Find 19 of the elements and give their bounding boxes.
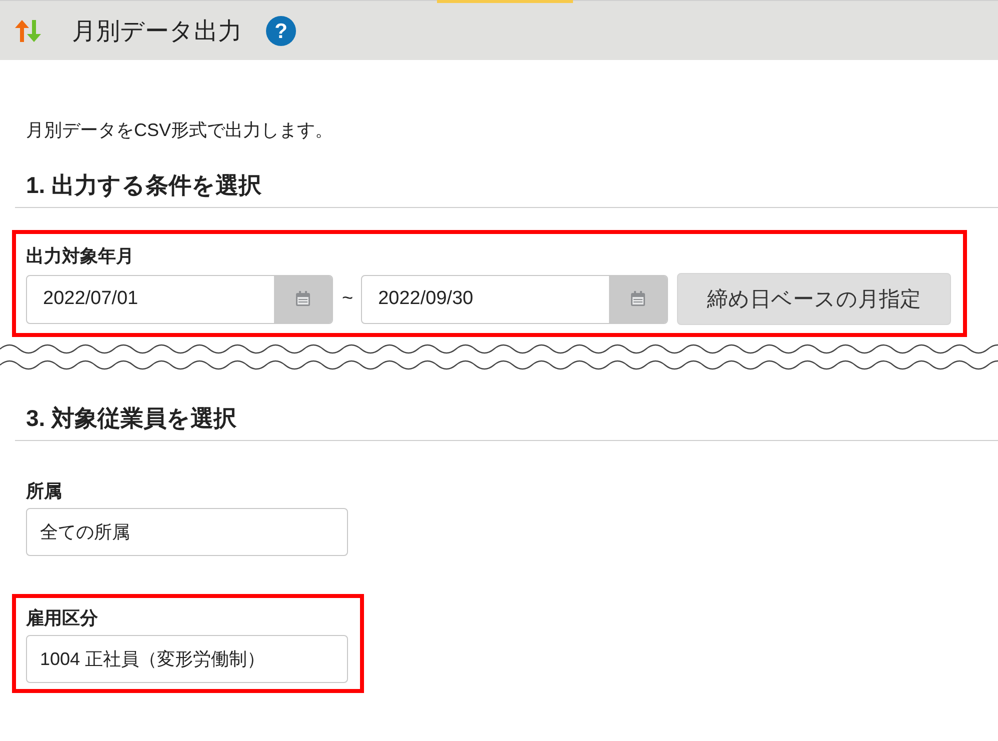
calendar-icon bbox=[294, 290, 312, 308]
sort-arrows-icon bbox=[14, 18, 42, 44]
help-icon[interactable]: ? bbox=[266, 16, 296, 46]
field-label: 所属 bbox=[26, 480, 62, 503]
select-field[interactable]: 1004 正社員（変形労働制） bbox=[26, 635, 348, 683]
description-text: 月別データをCSV形式で出力します。 bbox=[26, 119, 334, 142]
calendar-icon bbox=[629, 290, 648, 308]
page-title: 月別データ出力 bbox=[72, 16, 242, 46]
section-heading: 1. 出力する条件を選択 bbox=[26, 171, 262, 200]
section-heading: 3. 対象従業員を選択 bbox=[26, 404, 237, 433]
field-label: 雇用区分 bbox=[26, 607, 98, 630]
select-field[interactable]: 全ての所属 bbox=[26, 508, 348, 556]
end-date-field[interactable]: 2022/09/30 bbox=[361, 274, 668, 324]
calendar-button[interactable] bbox=[274, 276, 332, 322]
range-separator: ~ bbox=[342, 288, 354, 310]
calendar-button[interactable] bbox=[609, 276, 668, 322]
field-label: 出力対象年月 bbox=[26, 245, 134, 268]
closing-date-month-button[interactable]: 締め日ベースの月指定 bbox=[677, 273, 952, 325]
start-date-field[interactable]: 2022/07/01 bbox=[26, 274, 333, 324]
